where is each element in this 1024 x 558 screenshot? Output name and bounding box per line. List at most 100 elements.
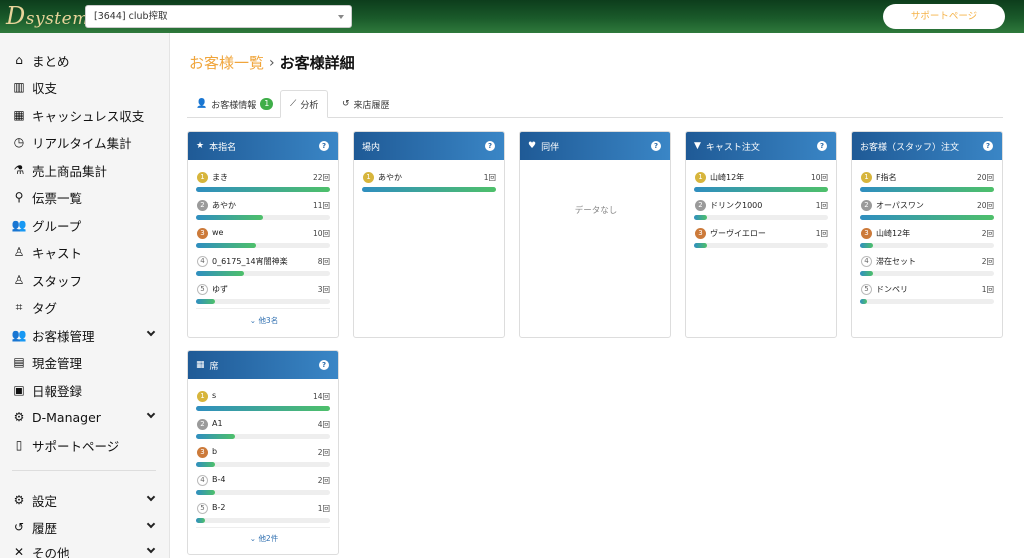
ranking-row: 2 オーパスワン 20回 <box>852 194 1002 222</box>
progress-track <box>196 462 330 467</box>
rank-name: ゆず <box>212 285 228 294</box>
progress-track <box>196 299 330 304</box>
sidebar-item-history[interactable]: ↺ 履歴 <box>12 516 158 538</box>
sidebar-item-label: D-Manager <box>32 409 101 425</box>
rank-count: 1回 <box>815 201 828 210</box>
sidebar-item-label: 売上商品集計 <box>32 163 108 179</box>
sidebar-item-staff[interactable]: ♙ スタッフ <box>12 269 158 291</box>
rank-name: ドリンク1000 <box>710 201 763 210</box>
card-header: お客様（スタッフ）注文 ? <box>852 132 1002 160</box>
rank-count: 2回 <box>317 448 330 457</box>
tags-icon: ⌗ <box>15 299 23 314</box>
help-icon[interactable]: ? <box>651 141 661 151</box>
card-seat: ▦ 席 ? 1 s 14回 2 A1 4回 3 b 2回 4 B-4 2回 5 … <box>187 350 339 555</box>
rank-count: 1回 <box>981 285 994 294</box>
progress-fill <box>196 215 263 220</box>
progress-track <box>196 243 330 248</box>
card-header: ★ 本指名 ? <box>188 132 338 160</box>
help-icon[interactable]: ? <box>319 360 329 370</box>
card-title: 同伴 <box>541 142 560 153</box>
ranking-row: 1 s 14回 <box>188 385 338 413</box>
breadcrumb-parent-link[interactable]: お客様一覧 <box>189 52 264 73</box>
sidebar-item-label: 履歴 <box>32 520 58 536</box>
rank-badge: 5 <box>197 503 208 514</box>
ranking-row: 5 B-2 1回 <box>188 497 338 525</box>
sidebar-item-group[interactable]: 👥 グループ <box>12 214 158 236</box>
support-page-button[interactable]: サポートページ <box>883 4 1005 29</box>
ranking-row: 5 ドンペリ 1回 <box>852 278 1002 306</box>
sidebar-item-slips[interactable]: ⚲ 伝票一覧 <box>12 186 158 208</box>
sidebar-item-summary[interactable]: ⌂ まとめ <box>12 49 158 71</box>
sidebar-item-label: グループ <box>32 218 82 234</box>
progress-fill <box>694 215 708 220</box>
rank-count: 20回 <box>976 201 994 210</box>
sidebar-item-label: 収支 <box>32 80 58 96</box>
rank-count: 3回 <box>317 285 330 294</box>
rank-count: 1回 <box>317 504 330 513</box>
gears-icon: ⚙ <box>13 493 25 507</box>
rank-badge: 1 <box>861 172 872 183</box>
tools-icon: ✕ <box>13 545 25 558</box>
progress-fill <box>860 299 867 304</box>
show-more-label: 他3名 <box>258 316 279 325</box>
ranking-row: 3 we 10回 <box>188 222 338 250</box>
sidebar-item-cast[interactable]: ♙ キャスト <box>12 241 158 263</box>
gear-icon: ⚙ <box>13 410 25 424</box>
line-chart-icon: ⟋ <box>290 99 297 109</box>
card-header: ▦ 席 ? <box>188 351 338 379</box>
card-douhan: ♥ 同伴 ? データなし <box>519 131 671 338</box>
sidebar-item-d-manager[interactable]: ⚙ D-Manager <box>12 406 158 428</box>
chevron-down-icon <box>338 15 344 19</box>
help-icon[interactable]: ? <box>319 141 329 151</box>
rank-name: まき <box>212 173 228 182</box>
progress-track <box>196 518 330 523</box>
sidebar-item-label: スタッフ <box>32 273 83 289</box>
rank-badge: 1 <box>695 172 706 183</box>
help-icon[interactable]: ? <box>817 141 827 151</box>
app-logo[interactable]: Dsystem <box>6 1 89 34</box>
sidebar-item-customer-management[interactable]: 👥 お客様管理 <box>12 324 158 346</box>
flask-icon: ⚗ <box>13 163 25 177</box>
ranking-row: 1 F指名 20回 <box>852 166 1002 194</box>
rank-name: we <box>212 228 224 237</box>
sidebar-item-cash-management[interactable]: ▤ 現金管理 <box>12 351 158 373</box>
store-select-value: [3644] club搾取 <box>94 11 168 22</box>
show-more-link[interactable]: ⌄ 他2件 <box>188 533 338 544</box>
tab-label: お客様情報 <box>211 100 257 111</box>
sidebar-item-cashless[interactable]: ▦ キャッシュレス収支 <box>12 104 158 126</box>
ranking-row: 2 ドリンク1000 1回 <box>686 194 836 222</box>
sidebar-item-support[interactable]: ▯ サポートページ <box>12 434 158 456</box>
store-select[interactable]: [3644] club搾取 <box>85 5 352 28</box>
tab-analysis[interactable]: ⟋ 分析 <box>280 90 329 118</box>
sidebar-item-realtime[interactable]: ◷ リアルタイム集計 <box>12 131 158 153</box>
progress-track <box>196 271 330 276</box>
help-icon[interactable]: ? <box>983 141 993 151</box>
users-icon: 👥 <box>11 328 27 342</box>
card-title: 場内 <box>362 142 381 153</box>
progress-track <box>860 215 994 220</box>
progress-fill <box>196 271 245 276</box>
sidebar-item-tag[interactable]: ⌗ タグ <box>12 296 158 318</box>
help-icon[interactable]: ? <box>485 141 495 151</box>
ranking-row: 3 ヴーヴイエロー 1回 <box>686 222 836 250</box>
sidebar-item-daily-report[interactable]: ▣ 日報登録 <box>12 379 158 401</box>
sidebar-item-settings[interactable]: ⚙ 設定 <box>12 489 158 511</box>
ranking-row: 1 山崎12年 10回 <box>686 166 836 194</box>
show-more-link[interactable]: ⌄ 他3名 <box>188 315 338 326</box>
card-honshimei: ★ 本指名 ? 1 まき 22回 2 あやか 11回 3 we 10回 4 0_… <box>187 131 339 338</box>
user-icon: 👤 <box>196 99 208 109</box>
rank-count: 1回 <box>815 229 828 238</box>
progress-track <box>196 434 330 439</box>
sidebar-item-product-sales[interactable]: ⚗ 売上商品集計 <box>12 159 158 181</box>
sidebar-item-income[interactable]: ▥ 収支 <box>12 76 158 98</box>
sidebar-item-other[interactable]: ✕ その他 <box>12 541 158 558</box>
progress-fill <box>694 187 828 192</box>
history-icon: ↺ <box>342 99 350 109</box>
tab-customer-info[interactable]: 👤 お客様情報 1 <box>187 90 282 118</box>
rank-name: F指名 <box>876 173 897 182</box>
clock-icon: ◷ <box>13 135 25 149</box>
tab-visit-history[interactable]: ↺ 来店履歴 <box>333 90 399 118</box>
tab-label: 分析 <box>300 100 319 111</box>
rank-count: 8回 <box>317 257 330 266</box>
sidebar-item-label: その他 <box>32 545 70 558</box>
